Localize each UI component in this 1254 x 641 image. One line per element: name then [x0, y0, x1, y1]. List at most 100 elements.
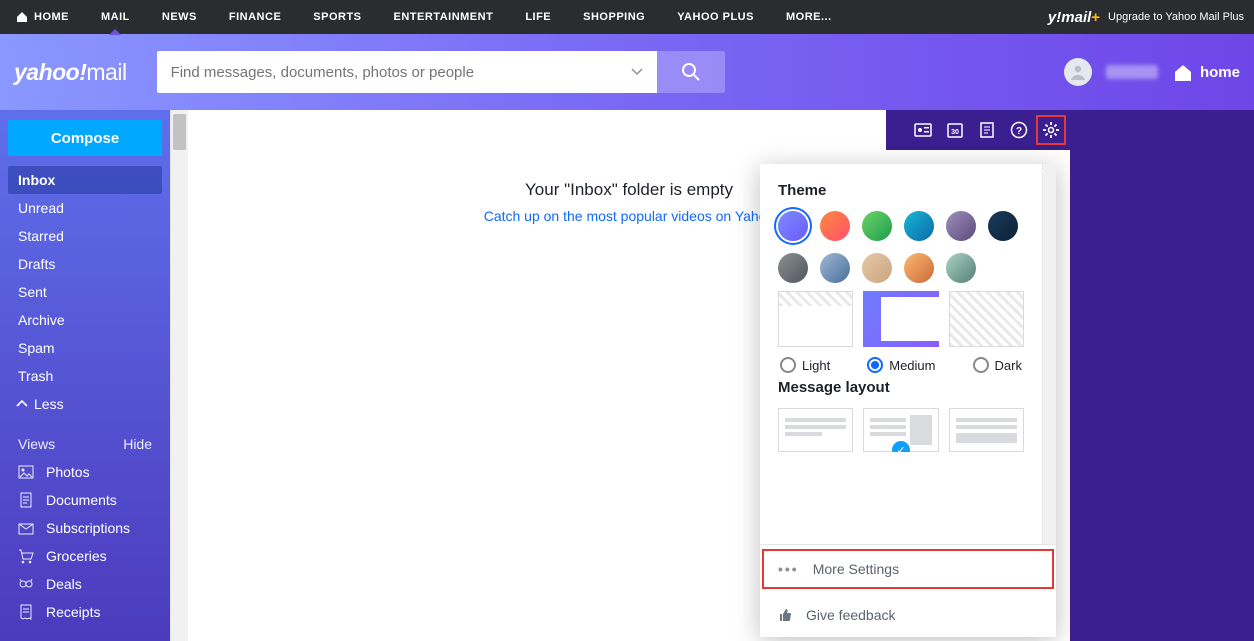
radio-icon	[780, 357, 796, 373]
calendar-icon[interactable]: 30	[944, 119, 966, 141]
search-bar	[157, 51, 725, 93]
theme-swatch-5[interactable]	[988, 211, 1018, 241]
view-receipts[interactable]: Receipts	[8, 598, 162, 626]
search-icon	[681, 62, 701, 82]
folder-sent[interactable]: Sent	[8, 278, 162, 306]
notepad-icon[interactable]	[976, 119, 998, 141]
right-ad-column	[1070, 110, 1254, 641]
density-dark[interactable]: Dark	[973, 357, 1022, 373]
username-redacted	[1106, 65, 1158, 79]
density-medium[interactable]: Medium	[867, 357, 935, 373]
person-icon	[1069, 63, 1087, 81]
theme-heading: Theme	[778, 182, 1024, 199]
search-dropdown-toggle[interactable]	[617, 51, 657, 93]
theme-swatch-3[interactable]	[904, 211, 934, 241]
nav-more[interactable]: MORE...	[770, 0, 848, 34]
folder-unread[interactable]: Unread	[8, 194, 162, 222]
sub-icon	[18, 520, 34, 536]
layout-option-list[interactable]: ✓	[778, 408, 853, 452]
radio-icon	[973, 357, 989, 373]
give-feedback-button[interactable]: Give feedback	[760, 593, 1056, 637]
folder-starred[interactable]: Starred	[8, 222, 162, 250]
help-icon[interactable]: ?	[1008, 119, 1030, 141]
layout-option-right[interactable]: ✓	[863, 408, 938, 452]
avatar[interactable]	[1064, 58, 1092, 86]
ymail-plus-logo: y!mail+	[1048, 9, 1100, 26]
view-groceries[interactable]: Groceries	[8, 542, 162, 570]
home-icon	[16, 11, 28, 23]
theme-swatch-6[interactable]	[778, 253, 808, 283]
panel-scrollbar[interactable]	[1042, 164, 1056, 544]
doc-icon	[18, 492, 34, 508]
nav-mail[interactable]: MAIL	[85, 0, 146, 34]
photo-icon	[18, 464, 34, 480]
nav-home[interactable]: HOME	[0, 0, 85, 34]
right-icon-bar: 30 ?	[886, 110, 1070, 150]
settings-panel: Theme Light Medium Dark Message layout ✓ ✓…	[760, 164, 1056, 637]
empty-folder-title: Your "Inbox" folder is empty	[525, 180, 733, 200]
density-preview-medium[interactable]	[863, 291, 939, 347]
views-heading: Views	[18, 436, 55, 452]
home-icon	[1172, 61, 1194, 83]
theme-swatch-10[interactable]	[946, 253, 976, 283]
hide-views[interactable]: Hide	[123, 436, 152, 452]
theme-swatch-7[interactable]	[820, 253, 850, 283]
app-header: yahoo!mail home	[0, 34, 1254, 110]
left-sidebar: Compose InboxUnreadStarredDraftsSentArch…	[0, 110, 170, 641]
theme-swatch-0[interactable]	[778, 211, 808, 241]
thumbs-up-icon	[778, 608, 792, 622]
theme-swatch-8[interactable]	[862, 253, 892, 283]
radio-icon	[867, 357, 883, 373]
cart-icon	[18, 548, 34, 564]
nav-life[interactable]: LIFE	[509, 0, 567, 34]
view-subscriptions[interactable]: Subscriptions	[8, 514, 162, 542]
nav-sports[interactable]: SPORTS	[297, 0, 377, 34]
deal-icon	[18, 576, 34, 592]
density-light[interactable]: Light	[780, 357, 830, 373]
empty-folder-link[interactable]: Catch up on the most popular videos on Y…	[484, 208, 775, 224]
svg-text:30: 30	[951, 129, 959, 136]
folder-trash[interactable]: Trash	[8, 362, 162, 390]
nav-entertainment[interactable]: ENTERTAINMENT	[378, 0, 510, 34]
theme-swatch-2[interactable]	[862, 211, 892, 241]
upgrade-link[interactable]: Upgrade to Yahoo Mail Plus	[1108, 11, 1244, 23]
theme-swatch-1[interactable]	[820, 211, 850, 241]
sidebar-scrollbar[interactable]	[170, 110, 188, 641]
contacts-icon[interactable]	[912, 119, 934, 141]
density-preview-dark[interactable]	[949, 291, 1024, 347]
search-input[interactable]	[157, 51, 617, 93]
layout-heading: Message layout	[778, 379, 1024, 396]
nav-news[interactable]: NEWS	[146, 0, 213, 34]
chevron-down-icon	[631, 66, 643, 78]
global-nav: HOMEMAILNEWSFINANCESPORTSENTERTAINMENTLI…	[0, 0, 1254, 34]
yahoo-mail-logo: yahoo!mail	[14, 59, 127, 86]
search-button[interactable]	[657, 51, 725, 93]
collapse-less[interactable]: Less	[8, 390, 162, 418]
settings-gear-icon[interactable]	[1040, 119, 1062, 141]
chevron-up-icon	[16, 398, 28, 410]
folder-archive[interactable]: Archive	[8, 306, 162, 334]
density-previews	[778, 291, 1024, 347]
svg-text:?: ?	[1016, 126, 1022, 137]
nav-yahooplus[interactable]: YAHOO PLUS	[661, 0, 770, 34]
folder-inbox[interactable]: Inbox	[8, 166, 162, 194]
more-icon: •••	[778, 561, 799, 577]
view-documents[interactable]: Documents	[8, 486, 162, 514]
layout-option-bottom[interactable]: ✓	[949, 408, 1024, 452]
more-settings-button[interactable]: ••• More Settings	[760, 547, 1056, 591]
layout-options: ✓ ✓ ✓	[778, 408, 1024, 452]
nav-finance[interactable]: FINANCE	[213, 0, 297, 34]
theme-swatch-4[interactable]	[946, 211, 976, 241]
folder-drafts[interactable]: Drafts	[8, 250, 162, 278]
folder-spam[interactable]: Spam	[8, 334, 162, 362]
compose-button[interactable]: Compose	[8, 120, 162, 156]
theme-swatches	[778, 211, 1024, 283]
density-preview-light[interactable]	[778, 291, 853, 347]
nav-shopping[interactable]: SHOPPING	[567, 0, 661, 34]
home-link[interactable]: home	[1172, 61, 1240, 83]
receipt-icon	[18, 604, 34, 620]
message-list-area: 30 ? Your "Inbox" folder is empty Catch …	[188, 110, 1070, 641]
view-deals[interactable]: Deals	[8, 570, 162, 598]
theme-swatch-9[interactable]	[904, 253, 934, 283]
view-photos[interactable]: Photos	[8, 458, 162, 486]
